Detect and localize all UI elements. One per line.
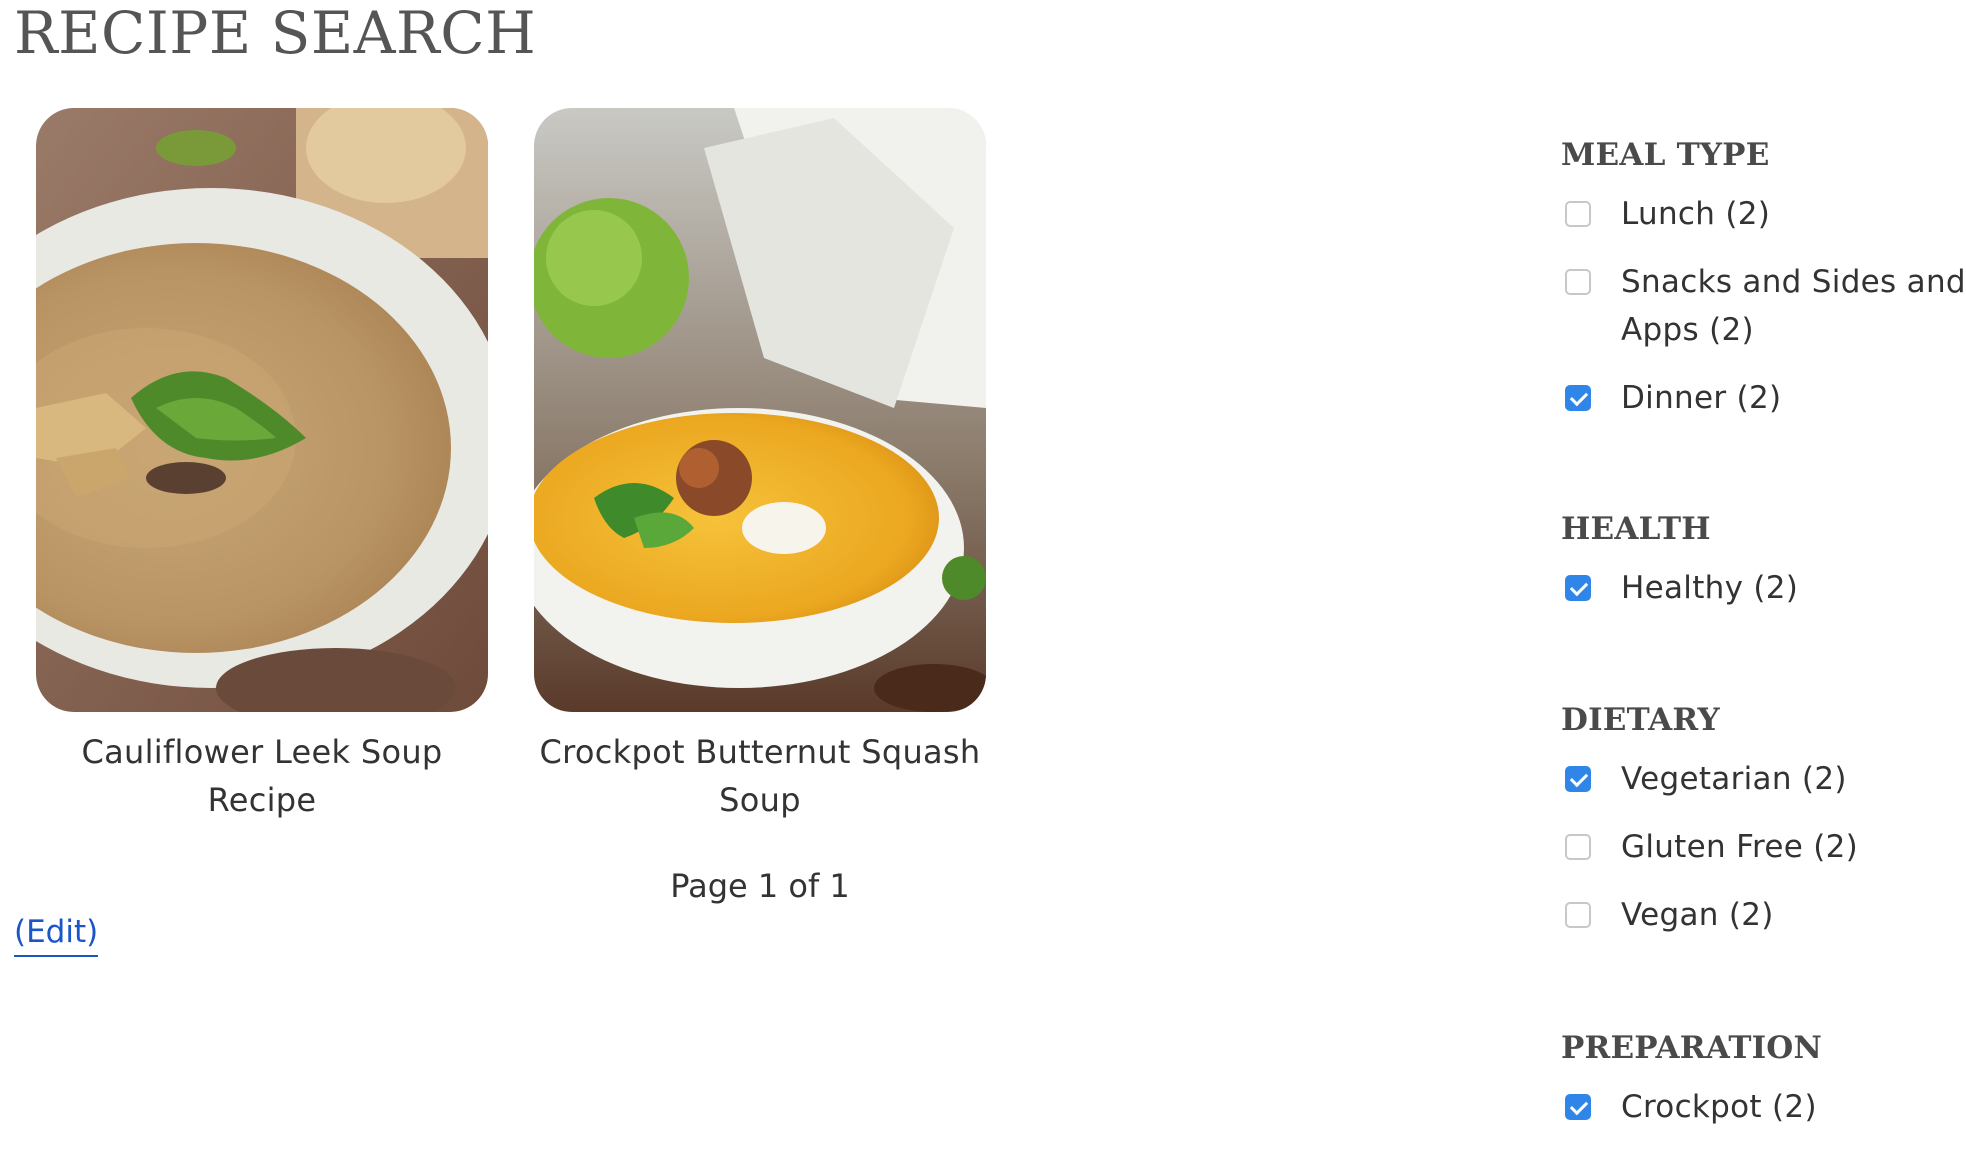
checkbox[interactable] bbox=[1565, 834, 1591, 860]
facet-heading: DIETARY bbox=[1561, 702, 1720, 738]
checkbox[interactable] bbox=[1565, 201, 1591, 227]
filter-option-label: Lunch (2) bbox=[1621, 196, 1771, 232]
facet-meal-type: MEAL TYPE Lunch (2) Snacks and Sides and… bbox=[1561, 128, 1966, 422]
filter-option-label: Snacks and Sides and Apps (2) bbox=[1621, 264, 1966, 348]
filter-option-dinner[interactable]: Dinner (2) bbox=[1561, 374, 1966, 422]
facet-heading: HEALTH bbox=[1561, 511, 1711, 547]
recipe-title[interactable]: Cauliflower Leek Soup Recipe bbox=[36, 728, 488, 824]
pagination-label: Page 1 of 1 bbox=[670, 867, 850, 905]
recipe-card-cauliflower-leek-soup[interactable]: Cauliflower Leek Soup Recipe bbox=[36, 108, 488, 824]
filter-option-healthy[interactable]: Healthy (2) bbox=[1561, 564, 1966, 612]
filter-option-label: Vegetarian (2) bbox=[1621, 761, 1847, 797]
facet-heading: MEAL TYPE bbox=[1561, 137, 1770, 173]
recipe-image[interactable] bbox=[534, 108, 986, 712]
filter-option-vegan[interactable]: Vegan (2) bbox=[1561, 891, 1966, 939]
checkbox[interactable] bbox=[1565, 902, 1591, 928]
edit-link[interactable]: (Edit) bbox=[14, 909, 99, 957]
filter-option-label: Dinner (2) bbox=[1621, 380, 1782, 416]
facet-health: HEALTH Healthy (2) bbox=[1561, 502, 1966, 612]
recipe-title[interactable]: Crockpot Butternut Squash Soup bbox=[534, 728, 986, 824]
checkbox[interactable] bbox=[1565, 269, 1591, 295]
facet-heading: PREPARATION bbox=[1561, 1030, 1823, 1066]
page-title: RECIPE SEARCH bbox=[14, 0, 537, 67]
facet-dietary: DIETARY Vegetarian (2) Gluten Free (2) V… bbox=[1561, 693, 1966, 939]
filter-option-vegetarian[interactable]: Vegetarian (2) bbox=[1561, 755, 1966, 803]
recipe-image[interactable] bbox=[36, 108, 488, 712]
checkbox-checked[interactable] bbox=[1565, 1094, 1591, 1120]
filter-option-lunch[interactable]: Lunch (2) bbox=[1561, 190, 1966, 238]
checkbox-checked[interactable] bbox=[1565, 575, 1591, 601]
filter-option-label: Healthy (2) bbox=[1621, 570, 1799, 606]
filter-option-label: Crockpot (2) bbox=[1621, 1089, 1817, 1125]
facet-preparation: PREPARATION Crockpot (2) bbox=[1561, 1021, 1966, 1131]
filter-option-snacks-sides-apps[interactable]: Snacks and Sides and Apps (2) bbox=[1561, 258, 1966, 354]
filter-option-gluten-free[interactable]: Gluten Free (2) bbox=[1561, 823, 1966, 871]
filter-option-crockpot[interactable]: Crockpot (2) bbox=[1561, 1083, 1966, 1131]
recipe-card-crockpot-butternut-squash-soup[interactable]: Crockpot Butternut Squash Soup bbox=[534, 108, 986, 824]
filter-option-label: Gluten Free (2) bbox=[1621, 829, 1859, 865]
checkbox-checked[interactable] bbox=[1565, 385, 1591, 411]
filter-option-label: Vegan (2) bbox=[1621, 897, 1774, 933]
checkbox-checked[interactable] bbox=[1565, 766, 1591, 792]
